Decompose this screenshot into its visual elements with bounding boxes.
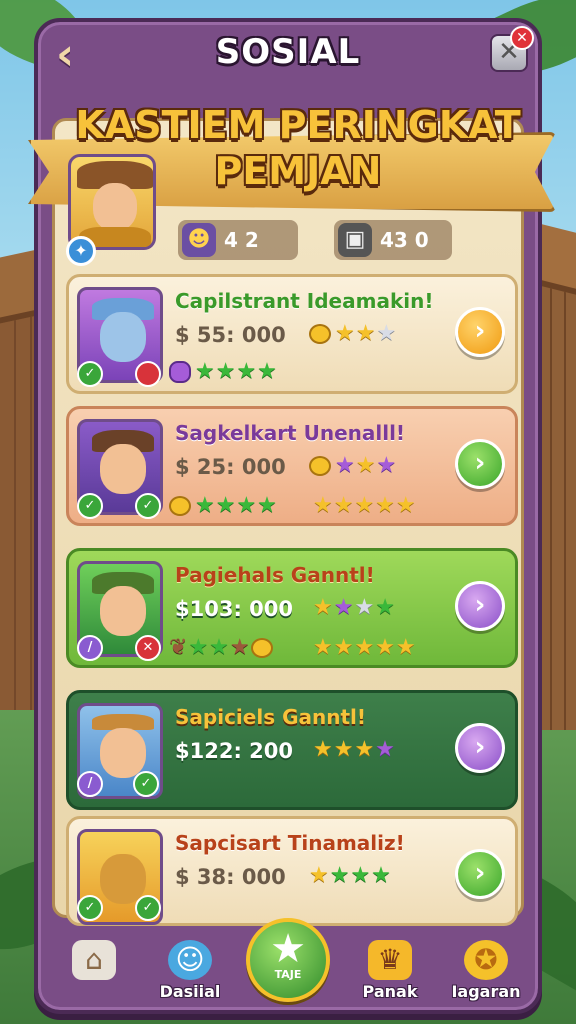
friend-icon: ☻ [182, 223, 216, 257]
profile-card-icon: ▣ [338, 223, 372, 257]
friends-count: 4 2 [224, 228, 259, 252]
rating-stars: ★★★★ [309, 863, 392, 888]
view-player-button[interactable]: › [455, 439, 505, 489]
red-orb-icon [135, 361, 161, 387]
trophy-icon: ♛ [368, 940, 412, 980]
check-badge-icon: ✓ [77, 895, 103, 921]
face [100, 586, 146, 636]
view-player-button[interactable]: › [455, 307, 505, 357]
nav-rank-label: Panak [362, 982, 418, 1001]
nav-social-label: Dasiial [159, 982, 221, 1001]
rank-count: 43 0 [380, 228, 429, 252]
medal-icon: ✪ [464, 940, 508, 980]
rating-stars: ★★★ [309, 453, 397, 478]
coin-icon [309, 324, 331, 344]
center-button-label: TAJE [274, 968, 302, 981]
player-score: $103: 000 [175, 597, 293, 621]
cross-badge-icon: ✕ [135, 635, 161, 661]
friend-icon: ☺ [168, 940, 212, 980]
player-name: Sapiciels Ganntl! [175, 705, 366, 729]
gem-icon [169, 361, 191, 383]
nav-social[interactable]: ☺ Dasiial [148, 940, 232, 1010]
list-item[interactable]: / ✕ Pagiehals Ganntl! $103: 000 ★★★★ ❦★★… [66, 548, 518, 668]
rating-stars: ★★★ [309, 321, 397, 346]
coin-icon [250, 638, 273, 658]
coin-stack-icon [169, 496, 191, 516]
check-badge-icon: ✓ [133, 771, 159, 797]
check-badge-icon: ✓ [135, 895, 161, 921]
bonus-stars: ★★★★★ [313, 635, 417, 660]
player-name: Capilstrant Ideamakin! [175, 289, 434, 313]
list-item[interactable]: / ✓ Sapiciels Ganntl! $122: 200 ★★★★ › [66, 690, 518, 810]
face [100, 312, 146, 362]
face [100, 728, 146, 778]
banner-line-1: KASTIEM PERINGKAT [75, 103, 521, 147]
check-badge-icon: ✓ [77, 361, 103, 387]
monkey-face [100, 854, 146, 904]
rank-stat: ▣ 43 0 [334, 220, 452, 260]
nav-rewards-label: Iagaran [451, 982, 521, 1001]
achievement-stars: ★★★★ [169, 493, 278, 518]
nav-rank[interactable]: ♛ Panak [348, 940, 432, 1010]
friends-stat: ☻ 4 2 [178, 220, 298, 260]
title-bar: SOSIAL [38, 32, 538, 72]
coin-icon [309, 456, 331, 476]
bottom-nav: ⌂ ☺ Dasiial ★ TAJE ♛ Panak ✪ Iagaran [38, 918, 538, 1010]
player-name: Pagiehals Ganntl! [175, 563, 375, 587]
player-score: $122: 200 [175, 739, 293, 763]
sword-badge-icon: / [77, 771, 103, 797]
check-badge-icon: ✓ [77, 493, 103, 519]
player-name: Sapcisart Tinamaliz! [175, 831, 405, 855]
list-item[interactable]: ✓ Capilstrant Ideamakin! $ 55: 000 ★★★ ★… [66, 274, 518, 394]
screen-title: SOSIAL [215, 32, 361, 72]
notification-dot: ✕ [510, 26, 534, 50]
view-player-button[interactable]: › [455, 849, 505, 899]
player-name: Sagkelkart Unenalll! [175, 421, 406, 445]
view-player-button[interactable]: › [455, 723, 505, 773]
player-score: $ 38: 000 [175, 865, 286, 889]
bonus-stars: ★★★★★ [313, 493, 417, 518]
nav-home[interactable]: ⌂ [52, 940, 136, 1010]
center-star-button[interactable]: ★ TAJE [246, 918, 330, 1002]
player-score: $ 25: 000 [175, 455, 286, 479]
rating-stars: ★★★★ [313, 595, 396, 620]
rating-stars: ★★★★ [313, 737, 396, 762]
sword-badge-icon: / [77, 635, 103, 661]
face [100, 444, 146, 494]
list-item[interactable]: ✓ ✓ Sapcisart Tinamaliz! $ 38: 000 ★★★★ … [66, 816, 518, 926]
gear-badge-icon: ✦ [66, 236, 96, 266]
list-item[interactable]: ✓ ✓ Sagkelkart Unenalll! $ 25: 000 ★★★ ★… [66, 406, 518, 526]
nav-rewards[interactable]: ✪ Iagaran [444, 940, 528, 1010]
home-icon: ⌂ [72, 940, 116, 980]
check-badge-icon: ✓ [135, 493, 161, 519]
face [93, 183, 137, 231]
view-player-button[interactable]: › [455, 581, 505, 631]
achievement-stars: ❦★★★ [169, 635, 277, 660]
leaderboard-panel: ‹ SOSIAL ✕ ✕ KASTIEM PERINGKAT PEMJAN ✦ … [28, 18, 556, 1014]
player-score: $ 55: 000 [175, 323, 286, 347]
achievement-stars: ★★★★ [169, 359, 278, 384]
close-button[interactable]: ✕ ✕ [490, 26, 534, 72]
